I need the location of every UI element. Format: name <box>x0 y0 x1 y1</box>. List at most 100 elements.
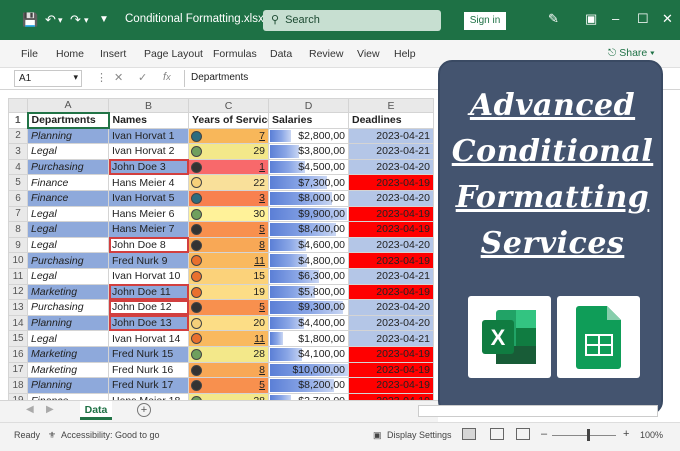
department-cell[interactable]: Finance <box>27 189 109 207</box>
name-cell[interactable]: Ivan Horvat 2 <box>108 143 189 160</box>
years-cell[interactable]: 8 <box>188 236 269 254</box>
years-cell[interactable]: 1 <box>188 158 269 176</box>
name-cell[interactable]: Hans Meier 6 <box>108 205 189 223</box>
add-sheet-icon[interactable]: + <box>137 403 151 417</box>
deadline-cell[interactable]: 2023-04-21 <box>348 330 434 347</box>
zoom-slider[interactable] <box>552 435 616 436</box>
row-number[interactable]: 12 <box>8 283 28 301</box>
department-cell[interactable]: Planning <box>27 127 109 145</box>
undo-icon[interactable]: ↶ <box>45 13 56 27</box>
zoom-level[interactable]: 100% <box>640 430 663 440</box>
salary-cell[interactable]: $8,000,00 <box>268 189 349 207</box>
name-cell[interactable]: Ivan Horvat 10 <box>108 267 189 285</box>
salary-cell[interactable]: $4,600,00 <box>268 236 349 254</box>
years-cell[interactable]: 5 <box>188 299 269 316</box>
salary-cell[interactable]: $1,800,00 <box>268 330 349 347</box>
salary-cell[interactable]: $3,800,00 <box>268 143 349 160</box>
display-settings[interactable]: Display Settings <box>387 430 452 440</box>
department-cell[interactable]: Purchasing <box>27 252 109 269</box>
row-number[interactable]: 16 <box>8 345 28 363</box>
department-cell[interactable]: Planning <box>27 314 109 332</box>
deadline-cell[interactable]: 2023-04-20 <box>348 314 434 332</box>
salary-cell[interactable]: $4,500,00 <box>268 158 349 176</box>
deadline-cell[interactable]: 2023-04-21 <box>348 127 434 145</box>
select-all-corner[interactable] <box>8 98 28 113</box>
zoom-slider-thumb[interactable] <box>587 429 590 441</box>
header-deadlines[interactable]: Deadlines <box>348 112 434 129</box>
deadline-cell[interactable]: 2023-04-20 <box>348 189 434 207</box>
undo-dropdown-icon[interactable]: ▾ <box>58 13 63 27</box>
department-cell[interactable]: Planning <box>27 377 109 394</box>
deadline-cell[interactable]: 2023-04-20 <box>348 158 434 176</box>
row-number[interactable]: 3 <box>8 143 28 160</box>
name-cell[interactable]: John Doe 8 <box>108 236 189 254</box>
tab-prev-icon[interactable]: ◀ <box>26 404 34 415</box>
department-cell[interactable]: Legal <box>27 205 109 223</box>
menu-insert[interactable]: Insert <box>100 48 126 60</box>
close-icon[interactable]: ✕ <box>662 11 673 27</box>
formula-input[interactable]: Departments <box>184 70 444 87</box>
years-cell[interactable]: 22 <box>188 174 269 191</box>
horizontal-scrollbar[interactable] <box>418 405 658 417</box>
redo-dropdown-icon[interactable]: ▾ <box>84 13 89 27</box>
customize-toolbar-icon[interactable]: ▼ <box>99 13 109 27</box>
deadline-cell[interactable]: 2023-04-20 <box>348 299 434 316</box>
enter-icon[interactable]: ✓ <box>138 71 147 84</box>
cancel-icon[interactable]: ✕ <box>114 71 123 84</box>
name-cell[interactable]: John Doe 3 <box>108 158 189 176</box>
name-cell[interactable]: John Doe 13 <box>108 314 189 332</box>
deadline-cell[interactable]: 2023-04-19 <box>348 361 434 379</box>
salary-cell[interactable]: $2,800,00 <box>268 127 349 145</box>
department-cell[interactable]: Legal <box>27 330 109 347</box>
menu-file[interactable]: File <box>21 48 38 60</box>
header-names[interactable]: Names <box>108 112 189 129</box>
department-cell[interactable]: Finance <box>27 174 109 191</box>
name-cell[interactable]: Ivan Horvat 1 <box>108 127 189 145</box>
years-cell[interactable]: 5 <box>188 221 269 238</box>
header-departments[interactable]: Departments <box>26 111 110 130</box>
salary-cell[interactable]: $4,800,00 <box>268 252 349 269</box>
deadline-cell[interactable]: 2023-04-20 <box>348 236 434 254</box>
department-cell[interactable]: Marketing <box>27 283 109 301</box>
insert-function-icon[interactable]: fx <box>163 71 171 83</box>
salary-cell[interactable]: $4,400,00 <box>268 314 349 332</box>
redo-icon[interactable]: ↷ <box>70 13 81 27</box>
search-box[interactable]: ⚲ Search <box>263 10 441 31</box>
name-cell[interactable]: Fred Nurk 15 <box>108 345 189 363</box>
years-cell[interactable]: 7 <box>188 127 269 145</box>
years-cell[interactable]: 3 <box>188 189 269 207</box>
deadline-cell[interactable]: 2023-04-19 <box>348 205 434 223</box>
name-cell[interactable]: Fred Nurk 9 <box>108 252 189 269</box>
years-cell[interactable]: 8 <box>188 361 269 379</box>
row-number[interactable]: 5 <box>8 174 28 191</box>
deadline-cell[interactable]: 2023-04-19 <box>348 283 434 301</box>
row-number[interactable]: 4 <box>8 158 28 176</box>
name-cell[interactable]: Hans Meier 7 <box>108 221 189 238</box>
sign-in-button[interactable]: Sign in <box>464 12 506 30</box>
salary-cell[interactable]: $8,400,00 <box>268 221 349 238</box>
salary-cell[interactable]: $6,300,00 <box>268 267 349 285</box>
header-salaries[interactable]: Salaries <box>268 112 349 129</box>
name-cell[interactable]: Ivan Horvat 5 <box>108 189 189 207</box>
row-number[interactable]: 10 <box>8 252 28 269</box>
share-button[interactable]: ⎋ Share ▾ <box>608 47 655 60</box>
row-number[interactable]: 18 <box>8 377 28 394</box>
row-number[interactable]: 8 <box>8 221 28 238</box>
row-number[interactable]: 15 <box>8 330 28 347</box>
column-header[interactable]: C <box>188 98 269 113</box>
row-number[interactable]: 13 <box>8 299 28 316</box>
minimize-icon[interactable]: – <box>612 11 619 26</box>
years-cell[interactable]: 29 <box>188 143 269 160</box>
menu-help[interactable]: Help <box>394 48 416 60</box>
save-icon[interactable]: 💾 <box>22 13 38 27</box>
name-box[interactable]: A1 ▾ <box>14 70 82 87</box>
salary-cell[interactable]: $8,200,00 <box>268 377 349 394</box>
name-cell[interactable]: John Doe 12 <box>108 299 189 316</box>
row-number[interactable]: 14 <box>8 314 28 332</box>
zoom-out-icon[interactable]: – <box>541 428 547 440</box>
deadline-cell[interactable]: 2023-04-19 <box>348 252 434 269</box>
department-cell[interactable]: Purchasing <box>27 158 109 176</box>
deadline-cell[interactable]: 2023-04-21 <box>348 267 434 285</box>
menu-review[interactable]: Review <box>309 48 343 60</box>
accessibility-icon[interactable]: ⚜ <box>48 430 56 441</box>
